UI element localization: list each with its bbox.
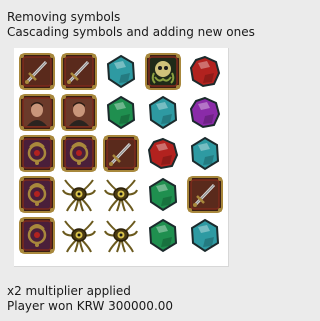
amulet-icon	[16, 215, 58, 256]
portrait-icon	[16, 92, 58, 133]
purple-gem-icon	[184, 92, 226, 133]
green-gem-icon	[100, 92, 142, 133]
eye-creature-icon	[58, 174, 100, 215]
eye-creature-icon	[100, 174, 142, 215]
skull-icon	[142, 51, 184, 92]
slot-board	[14, 48, 229, 267]
green-gem-icon	[142, 174, 184, 215]
message-multiplier: x2 multiplier applied	[7, 284, 131, 298]
sword-icon	[184, 174, 226, 215]
sword-icon	[100, 133, 142, 174]
eye-creature-icon	[58, 215, 100, 256]
message-cascading-symbols: Cascading symbols and adding new ones	[7, 25, 255, 39]
teal-gem-icon	[142, 92, 184, 133]
message-removing-symbols: Removing symbols	[7, 10, 121, 24]
eye-creature-icon	[100, 215, 142, 256]
sword-icon	[16, 51, 58, 92]
teal-gem-icon	[184, 133, 226, 174]
teal-gem-icon	[184, 215, 226, 256]
status-messages-bottom: x2 multiplier applied Player won KRW 300…	[7, 284, 173, 314]
teal-gem-icon	[100, 51, 142, 92]
status-messages-top: Removing symbols Cascading symbols and a…	[7, 10, 255, 40]
symbol-grid	[16, 51, 226, 256]
portrait-icon	[58, 92, 100, 133]
amulet-icon	[16, 174, 58, 215]
sword-icon	[58, 51, 100, 92]
game-history-panel: Removing symbols Cascading symbols and a…	[0, 0, 296, 321]
amulet-icon	[16, 133, 58, 174]
green-gem-icon	[142, 215, 184, 256]
red-gem-icon	[184, 51, 226, 92]
red-gem-icon	[142, 133, 184, 174]
message-win-amount: Player won KRW 300000.00	[7, 299, 174, 313]
amulet-icon	[58, 133, 100, 174]
